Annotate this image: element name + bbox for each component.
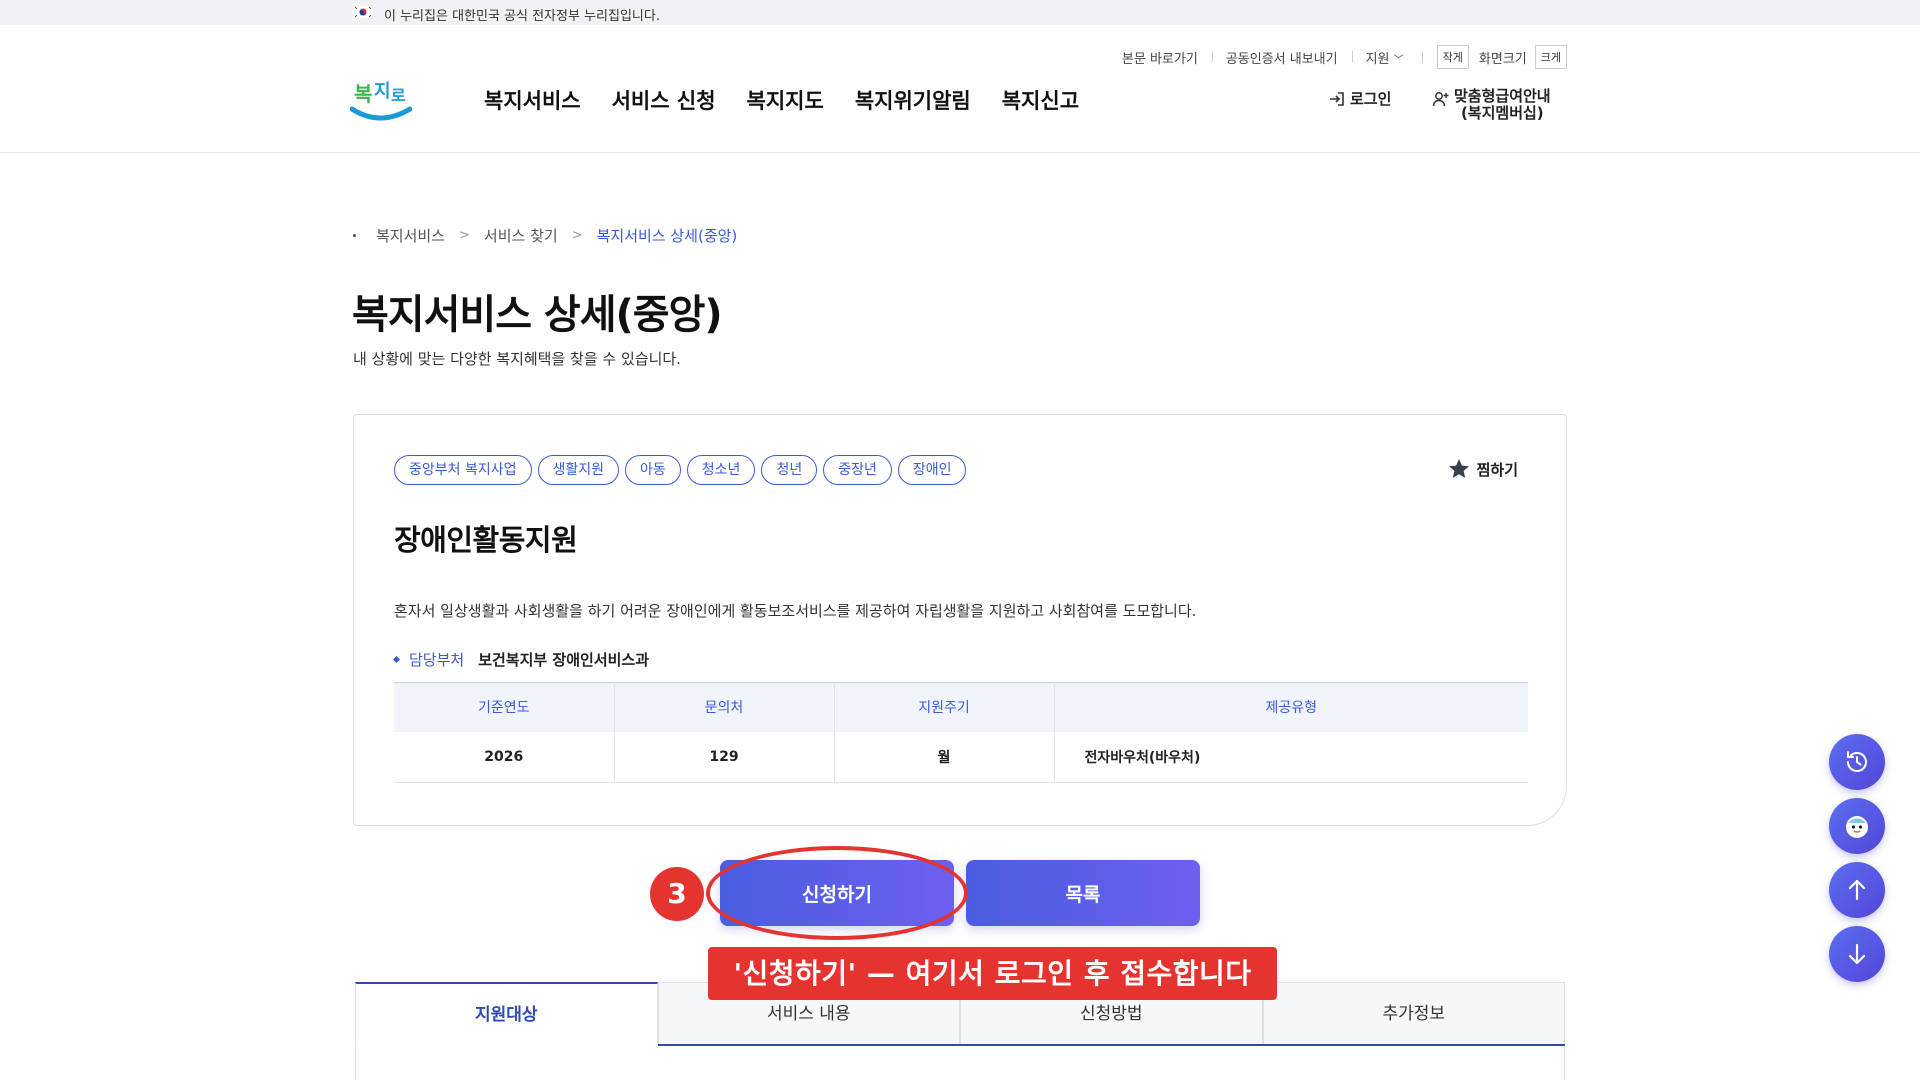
cert-export-link[interactable]: 공동인증서 내보내기	[1211, 48, 1352, 67]
nav-crisis-alert[interactable]: 복지위기알림	[855, 85, 971, 115]
star-icon	[1448, 459, 1469, 478]
font-size-label: 화면크기	[1478, 51, 1527, 67]
chevron-down-icon: ﹀	[1393, 54, 1404, 66]
tag-item[interactable]: 아동	[625, 455, 681, 485]
tag-item[interactable]: 중앙부처 복지사업	[394, 455, 532, 485]
breadcrumb-item[interactable]: 복지서비스	[376, 225, 445, 246]
service-card: 중앙부처 복지사업 생활지원 아동 청소년 청년 중장년 장애인 찜하기 장애인…	[353, 414, 1567, 826]
tag-item[interactable]: 청년	[761, 455, 818, 485]
custom-benefit-label: 맞춤형급여안내 (복지멤버십)	[1454, 88, 1551, 122]
table-header: 기준연도	[394, 682, 615, 732]
favorite-button[interactable]: 찜하기	[1447, 457, 1518, 481]
breadcrumb-item[interactable]: 서비스 찾기	[484, 225, 558, 246]
list-button-label: 목록	[1065, 884, 1101, 906]
tab-eligibility[interactable]: 지원대상	[355, 982, 658, 1046]
service-description: 혼자서 일상생활과 사회생활을 하기 어려운 장애인에게 활동보조서비스를 제공…	[394, 602, 1197, 620]
arrow-down-icon	[1848, 943, 1866, 965]
tag-item[interactable]: 중장년	[823, 455, 892, 485]
page-description: 내 상황에 맞는 다양한 복지혜택을 찾을 수 있습니다.	[353, 350, 681, 368]
scroll-top-button[interactable]	[1829, 862, 1885, 918]
chevron-right-icon: >	[571, 228, 583, 243]
department-row: 담당부처 보건복지부 장애인서비스과	[392, 649, 650, 670]
login-icon	[1330, 92, 1344, 106]
divider	[1421, 51, 1423, 63]
font-larger-button[interactable]: 크게	[1534, 45, 1567, 69]
svg-text:지: 지	[374, 81, 391, 102]
recent-history-button[interactable]	[1829, 734, 1885, 790]
gov-banner: 이 누리집은 대한민국 공식 전자정부 누리집입니다.	[0, 0, 1920, 25]
table-header: 문의처	[614, 682, 835, 732]
table-cell: 129	[614, 731, 835, 783]
table-header-row: 기준연도 문의처 지원주기 제공유형	[394, 682, 1528, 732]
page-title: 복지서비스 상세(중앙)	[352, 292, 723, 338]
nav-welfare-service[interactable]: 복지서비스	[484, 85, 581, 115]
arrow-up-icon	[1848, 879, 1866, 901]
department-label: 담당부처	[409, 651, 465, 669]
service-tags: 중앙부처 복지사업 생활지원 아동 청소년 청년 중장년 장애인	[394, 455, 967, 485]
login-label: 로그인	[1350, 90, 1392, 108]
custom-benefit-link[interactable]: 맞춤형급여안내 (복지멤버십)	[1432, 88, 1551, 122]
user-add-icon	[1432, 92, 1449, 107]
nav-welfare-report[interactable]: 복지신고	[1002, 85, 1079, 115]
login-link[interactable]: 로그인	[1328, 88, 1391, 109]
home-dot-icon	[353, 234, 356, 237]
list-button[interactable]: 목록	[966, 860, 1200, 926]
nav-welfare-map[interactable]: 복지지도	[747, 85, 824, 115]
support-label: 지원	[1365, 51, 1390, 67]
apply-button[interactable]: 신청하기	[720, 860, 954, 926]
step-number-badge: 3	[650, 867, 704, 921]
site-logo[interactable]: 복 지 로	[349, 75, 413, 125]
service-info-table: 기준연도 문의처 지원주기 제공유형 2026 129 월 전자바우처(바우처)	[394, 682, 1528, 783]
table-header: 지원주기	[834, 682, 1055, 732]
tag-item[interactable]: 생활지원	[537, 455, 620, 485]
korea-flag-icon	[353, 5, 373, 19]
svg-text:복: 복	[354, 82, 372, 106]
bokjiro-logo-icon: 복 지 로	[349, 81, 413, 121]
history-icon	[1847, 751, 1867, 772]
department-value: 보건복지부 장애인서비스과	[478, 651, 650, 669]
scroll-bottom-button[interactable]	[1829, 926, 1885, 982]
breadcrumb-current: 복지서비스 상세(중앙)	[596, 227, 738, 245]
service-title: 장애인활동지원	[394, 523, 578, 557]
table-cell: 2026	[394, 731, 615, 783]
table-header: 제공유형	[1054, 682, 1528, 732]
site-header: 본문 바로가기 공동인증서 내보내기 지원 ﹀ 작게 화면크기 크게 복 지 로…	[0, 25, 1920, 153]
tab-content-area	[355, 1046, 1565, 1080]
favorite-label: 찜하기	[1476, 460, 1518, 479]
breadcrumb: 복지서비스 > 서비스 찾기 > 복지서비스 상세(중앙)	[353, 225, 737, 246]
utility-links: 본문 바로가기 공동인증서 내보내기 지원 ﹀ 작게 화면크기 크게	[1108, 45, 1567, 69]
main-nav: 복지서비스 서비스 신청 복지지도 복지위기알림 복지신고	[484, 85, 1079, 115]
chatbot-button[interactable]	[1829, 798, 1885, 854]
custom-benefit-line1: 맞춤형급여안내	[1454, 87, 1551, 105]
tag-item[interactable]: 청소년	[686, 455, 756, 485]
annotation-callout: '신청하기' — 여기서 로그인 후 접수합니다	[708, 947, 1277, 1000]
skip-to-content-link[interactable]: 본문 바로가기	[1108, 48, 1212, 67]
gov-banner-text: 이 누리집은 대한민국 공식 전자정부 누리집입니다.	[384, 9, 660, 24]
nav-service-apply[interactable]: 서비스 신청	[612, 85, 716, 115]
table-cell: 월	[834, 731, 1055, 783]
support-dropdown[interactable]: 지원 ﹀	[1351, 48, 1418, 67]
custom-benefit-line2: (복지멤버십)	[1460, 104, 1544, 122]
svg-text:로: 로	[391, 86, 406, 105]
bullet-icon	[392, 655, 401, 664]
tag-item[interactable]: 장애인	[897, 455, 967, 485]
table-cell: 전자바우처(바우처)	[1054, 731, 1528, 783]
font-smaller-button[interactable]: 작게	[1436, 45, 1469, 69]
apply-button-label: 신청하기	[802, 884, 872, 906]
table-row: 2026 129 월 전자바우처(바우처)	[394, 731, 1528, 783]
chatbot-icon	[1846, 816, 1868, 838]
chevron-right-icon: >	[459, 228, 470, 243]
tab-additional-info[interactable]: 추가정보	[1262, 982, 1565, 1044]
